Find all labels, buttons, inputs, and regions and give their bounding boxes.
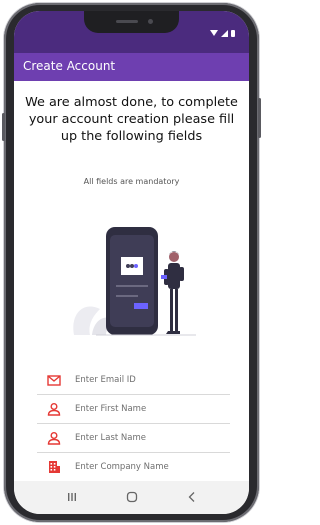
instruction-heading: We are almost done, to complete your acc… xyxy=(25,95,238,144)
page-title: Create Account xyxy=(23,59,116,73)
status-icons xyxy=(210,28,235,38)
back-button[interactable] xyxy=(172,489,212,505)
last-name-input[interactable] xyxy=(75,430,225,446)
person-illustration xyxy=(161,251,184,334)
recent-apps-button[interactable] xyxy=(52,489,92,505)
person-icon xyxy=(47,432,61,445)
company-field-row xyxy=(37,454,230,482)
notch xyxy=(84,11,179,33)
front-camera xyxy=(148,19,153,24)
company-input[interactable] xyxy=(75,459,225,475)
first-name-field-row xyxy=(37,396,230,424)
building-icon xyxy=(49,461,60,473)
back-icon xyxy=(188,492,195,502)
email-field-row xyxy=(37,367,230,395)
main-content: We are almost done, to complete your acc… xyxy=(14,81,249,482)
status-bar xyxy=(14,11,249,53)
app-bar: Create Account xyxy=(14,53,249,81)
mail-icon xyxy=(47,375,61,386)
email-input[interactable] xyxy=(75,372,225,388)
speaker xyxy=(116,20,138,23)
system-nav-bar xyxy=(14,481,249,514)
recent-apps-icon xyxy=(68,493,76,501)
last-name-field-row xyxy=(37,425,230,453)
signal-icon xyxy=(221,29,228,37)
home-icon xyxy=(126,491,138,503)
signup-illustration xyxy=(73,227,196,336)
screen: Create Account We are almost done, to co… xyxy=(14,11,249,514)
power-button xyxy=(258,98,261,138)
battery-icon xyxy=(231,29,235,37)
person-icon xyxy=(47,403,61,416)
mandatory-note: All fields are mandatory xyxy=(83,177,180,186)
volume-button xyxy=(2,113,5,141)
first-name-input[interactable] xyxy=(75,401,225,417)
phone-illustration-button xyxy=(134,303,148,309)
home-button[interactable] xyxy=(112,489,152,505)
wifi-icon xyxy=(210,30,218,36)
phone-illustration-screen xyxy=(110,235,154,327)
